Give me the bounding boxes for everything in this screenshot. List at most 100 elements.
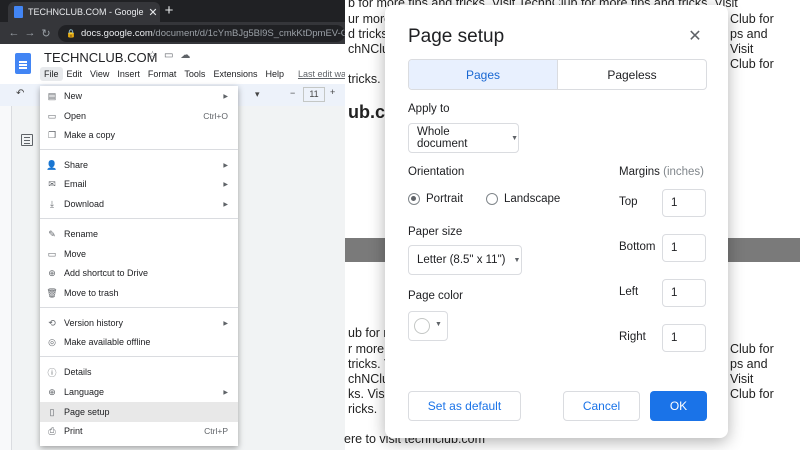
margin-left-input[interactable]: 1: [662, 279, 706, 307]
docs-logo-icon[interactable]: [15, 53, 31, 74]
menu-edit[interactable]: Edit: [63, 67, 87, 81]
ok-button[interactable]: OK: [650, 391, 707, 421]
page-color-picker[interactable]: ▼: [408, 311, 448, 341]
menu-view[interactable]: View: [86, 67, 113, 81]
move-folder-icon[interactable]: ▭: [164, 50, 173, 61]
new-doc-icon: ▤: [47, 90, 57, 101]
submenu-arrow-icon: ▶: [223, 162, 228, 169]
menu-item-print[interactable]: ⎙ Print Ctrl+P: [40, 421, 238, 441]
menu-item-label: Print: [64, 426, 83, 436]
dialog-title: Page setup: [408, 26, 505, 47]
menu-item-details[interactable]: ⓘ Details: [40, 362, 238, 382]
margin-bottom-input[interactable]: 1: [662, 234, 706, 262]
menu-tools[interactable]: Tools: [180, 67, 209, 81]
apply-to-select[interactable]: Whole document ▼: [408, 123, 519, 153]
landscape-radio[interactable]: [486, 193, 498, 205]
portrait-label[interactable]: Portrait: [426, 193, 463, 205]
paper-size-select[interactable]: Letter (8.5" x 11") ▼: [408, 245, 522, 275]
tab-pages[interactable]: Pages: [409, 60, 558, 89]
menu-item-move-to-trash[interactable]: 🗑 Move to trash: [40, 283, 238, 303]
bg-line: Club for: [730, 387, 774, 401]
folder-icon: ▭: [47, 110, 57, 121]
increase-font-icon[interactable]: +: [330, 87, 335, 97]
chevron-down-icon: ▼: [511, 134, 518, 142]
portrait-radio[interactable]: [408, 193, 420, 205]
file-menu: ▤ New ▶ ▭ Open Ctrl+O ❐ Make a copy 👤 Sh…: [40, 86, 238, 446]
cancel-button[interactable]: Cancel: [563, 391, 640, 421]
menu-item-open[interactable]: ▭ Open Ctrl+O: [40, 106, 238, 126]
print-icon: ⎙: [48, 425, 56, 436]
globe-icon: ⊕: [48, 386, 56, 397]
landscape-label[interactable]: Landscape: [504, 193, 560, 205]
shortcut-label: Ctrl+P: [204, 426, 228, 436]
star-icon[interactable]: ☆: [148, 50, 157, 61]
cloud-status-icon[interactable]: ☁: [180, 50, 190, 61]
margin-right-input[interactable]: 1: [662, 324, 706, 352]
reload-icon[interactable]: ↻: [38, 27, 54, 40]
menu-divider: [40, 307, 238, 308]
orientation-label: Orientation: [408, 166, 465, 178]
shortcut-label: Ctrl+O: [203, 111, 228, 121]
menu-item-rename[interactable]: ✎ Rename: [40, 224, 238, 244]
menu-item-label: Details: [64, 367, 92, 377]
undo-icon[interactable]: ↶: [16, 88, 24, 99]
chevron-down-icon[interactable]: ▾: [255, 89, 260, 100]
decrease-font-icon[interactable]: −: [290, 88, 295, 98]
menu-item-make-copy[interactable]: ❐ Make a copy: [40, 125, 238, 145]
menu-item-label: Version history: [64, 318, 124, 328]
menu-item-share[interactable]: 👤 Share ▶: [40, 155, 238, 175]
close-icon[interactable]: ✕: [685, 26, 705, 46]
bg-line: tricks.: [348, 72, 381, 86]
menu-item-page-setup[interactable]: ▯ Page setup: [40, 402, 238, 422]
margin-right-label: Right: [619, 331, 646, 343]
menu-item-move[interactable]: ▭ Move: [40, 244, 238, 264]
title-icons: ☆ ▭ ☁: [148, 50, 190, 61]
margins-unit: (inches): [663, 166, 705, 178]
menu-item-offline[interactable]: ◎ Make available offline: [40, 332, 238, 352]
offline-icon: ◎: [48, 336, 56, 347]
back-icon[interactable]: ←: [6, 27, 22, 39]
menu-item-new[interactable]: ▤ New ▶: [40, 86, 238, 106]
docs-header: TECHNCLUB.COM ☆ ▭ ☁ File Edit View Inser…: [0, 44, 345, 84]
menu-item-language[interactable]: ⊕ Language ▶: [40, 382, 238, 402]
tab-pageless[interactable]: Pageless: [558, 60, 706, 89]
menu-item-add-shortcut[interactable]: ⊕ Add shortcut to Drive: [40, 263, 238, 283]
menu-extensions[interactable]: Extensions: [209, 67, 261, 81]
submenu-arrow-icon: ▶: [223, 181, 228, 188]
margin-top-input[interactable]: 1: [662, 189, 706, 217]
outline-icon[interactable]: [21, 134, 33, 146]
browser-tab[interactable]: TECHNCLUB.COM - Google Docs ✕: [8, 2, 160, 22]
submenu-arrow-icon: ▶: [223, 389, 228, 396]
bg-line: Club for: [730, 57, 774, 71]
font-size-input[interactable]: 11: [303, 87, 325, 102]
share-icon: 👤: [46, 159, 58, 170]
download-icon: ⤓: [50, 198, 54, 209]
menu-item-label: Make available offline: [64, 337, 151, 347]
document-title[interactable]: TECHNCLUB.COM: [44, 50, 157, 65]
last-edit-link[interactable]: Last edit wa: [294, 67, 345, 81]
apply-to-value: Whole document: [417, 126, 468, 150]
new-tab-button[interactable]: +: [160, 3, 178, 19]
menu-item-label: New: [64, 91, 83, 101]
menu-item-email[interactable]: ✉ Email ▶: [40, 174, 238, 194]
menu-item-download[interactable]: ⤓ Download ▶: [40, 194, 238, 214]
menu-insert[interactable]: Insert: [113, 67, 144, 81]
chevron-down-icon: ▼: [435, 321, 442, 328]
set-as-default-button[interactable]: Set as default: [408, 391, 521, 421]
docs-favicon-icon: [14, 6, 23, 18]
menu-divider: [40, 218, 238, 219]
menu-help[interactable]: Help: [261, 67, 288, 81]
lock-icon: 🔒: [66, 28, 76, 38]
menu-file[interactable]: File: [40, 67, 63, 81]
close-tab-icon[interactable]: ✕: [146, 6, 160, 19]
tab-bar: TECHNCLUB.COM - Google Docs ✕ +: [0, 0, 345, 22]
menu-item-version-history[interactable]: ⟲ Version history ▶: [40, 313, 238, 333]
menu-format[interactable]: Format: [144, 67, 181, 81]
menu-item-label: Language: [64, 387, 105, 397]
bg-line: Visit: [730, 372, 754, 386]
forward-icon[interactable]: →: [22, 27, 38, 39]
url-host: docs.google.com: [80, 27, 153, 39]
bg-line: Visit: [730, 42, 754, 56]
vertical-ruler: [0, 106, 12, 450]
address-bar[interactable]: 🔒 docs.google.com /document/d/1cYmBJg5Bl…: [58, 24, 345, 42]
